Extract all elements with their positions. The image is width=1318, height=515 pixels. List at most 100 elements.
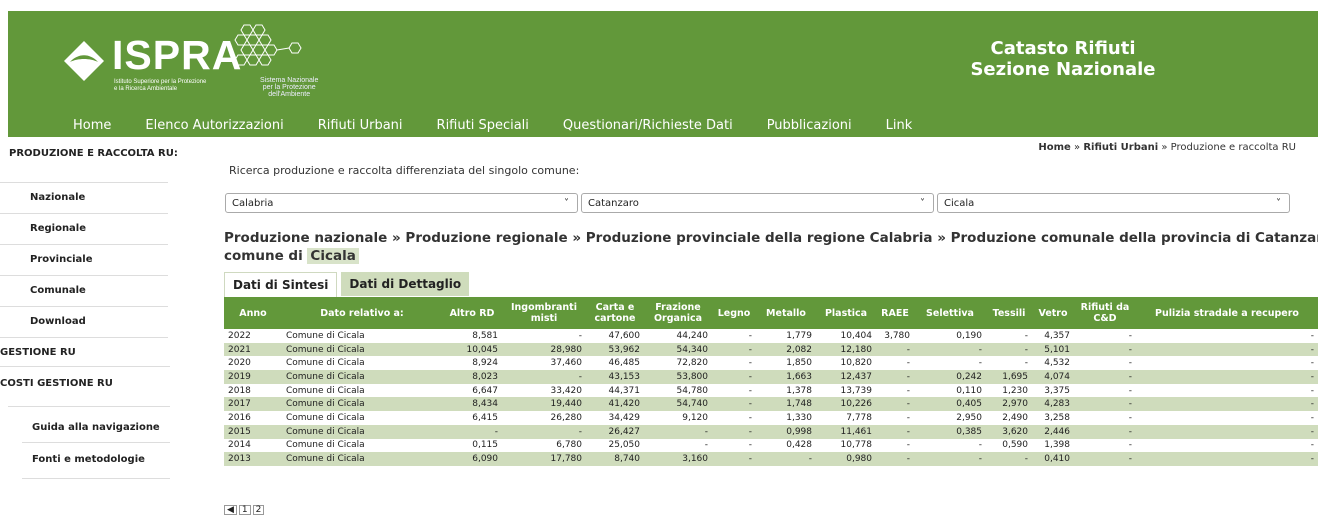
table-cell: 12,180 [816,342,876,357]
table-cell: - [756,452,816,466]
table-cell: 53,962 [586,342,644,357]
nav-home[interactable]: Home [56,115,128,137]
table-cell: 47,600 [586,329,644,343]
sidebar-heading: PRODUZIONE E RACCOLTA RU: [9,148,178,159]
table-cell: 9,120 [644,411,712,425]
region-select[interactable]: Calabria ˅ [225,193,578,213]
table-cell: 25,050 [586,438,644,453]
column-header: Plastica [816,297,876,329]
table-cell: 10,778 [816,438,876,453]
nav-elenco-autorizzazioni[interactable]: Elenco Autorizzazioni [128,115,300,137]
comune-select[interactable]: Cicala ˅ [937,193,1290,213]
table-cell: Comune di Cicala [282,356,442,371]
snpa-hexagon-logo-icon [234,24,302,66]
table-cell: 1,398 [1032,438,1074,453]
table-cell: 10,404 [816,329,876,343]
column-header: Legno [712,297,756,329]
table-cell: 26,427 [586,424,644,439]
table-cell: - [1136,397,1318,412]
table-cell: 2,490 [986,411,1032,425]
table-cell: 1,378 [756,383,816,398]
nav-questionari[interactable]: Questionari/Richieste Dati [546,115,750,137]
table-cell: 1,330 [756,411,816,425]
nav-pubblicazioni[interactable]: Pubblicazioni [750,115,869,137]
table-cell: - [1074,383,1136,398]
sidebar-fonti[interactable]: Fonti e metodologie [0,454,196,465]
sidebar-item-download[interactable]: Download [0,307,168,338]
column-header[interactable]: Anno [224,297,282,329]
table-cell: 1,230 [986,383,1032,398]
table-cell: 0,385 [914,424,986,439]
drilldown-path-line1[interactable]: Produzione nazionale » Produzione region… [224,229,1318,247]
table-cell: 4,074 [1032,370,1074,384]
table-cell: 8,924 [442,356,502,371]
tab-dati-di-dettaglio[interactable]: Dati di Dettaglio [341,272,470,296]
table-row: 2013 Comune di Cicala 6,090 17,780 8,740 3,16… [224,452,1318,466]
nav-rifiuti-urbani[interactable]: Rifiuti Urbani [301,115,420,137]
column-header: Metallo [756,297,816,329]
search-label: Ricerca produzione e raccolta differenzi… [229,164,580,177]
table-cell: 4,283 [1032,397,1074,412]
table-cell: 1,779 [756,329,816,343]
sidebar-guida[interactable]: Guida alla navigazione [0,422,196,433]
breadcrumb-home[interactable]: Home [1038,142,1070,153]
column-header: Ingombranti misti [502,297,586,329]
table-cell: - [712,356,756,371]
sidebar-item-regionale[interactable]: Regionale [0,214,168,245]
table-cell: 2020 [224,356,282,371]
table-cell: - [986,342,1032,357]
sidebar-costi-gestione-ru[interactable]: COSTI GESTIONE RU [0,378,196,389]
table-cell: 2021 [224,342,282,357]
table-cell: 2016 [224,411,282,425]
breadcrumb-rifiuti-urbani[interactable]: Rifiuti Urbani [1083,142,1158,153]
table-cell: 72,820 [644,356,712,371]
table-cell: 2017 [224,397,282,412]
table-cell: - [914,438,986,453]
table-cell: - [1136,370,1318,384]
site-header: ISPRA Istituto Superiore per la Protezio… [8,11,1318,137]
table-cell: 0,410 [1032,452,1074,466]
table-cell: 54,340 [644,342,712,357]
table-cell: Comune di Cicala [282,329,442,343]
table-cell: 2,950 [914,411,986,425]
tabs: Dati di Sintesi Dati di Dettaglio [224,272,473,297]
table-row: 2018 Comune di Cicala 6,647 33,420 44,371 54,… [224,383,1318,398]
table-cell: 2014 [224,438,282,453]
sidebar-item-nazionale[interactable]: Nazionale [0,182,168,214]
table-cell: 26,280 [502,411,586,425]
table-cell: 4,532 [1032,356,1074,371]
table-cell: Comune di Cicala [282,411,442,425]
table-cell: 0,190 [914,329,986,343]
sidebar-item-comunale[interactable]: Comunale [0,276,168,307]
table-row: 2019 Comune di Cicala 8,023-43,153 53,800-1… [224,370,1318,384]
table-cell: - [1074,370,1136,384]
province-select[interactable]: Catanzaro ˅ [581,193,934,213]
table-cell: - [712,411,756,425]
table-cell: 41,420 [586,397,644,412]
ispra-logo-subtitle: Istituto Superiore per la Protezione e l… [114,79,207,92]
table-cell: 1,663 [756,370,816,384]
table-cell: - [712,424,756,439]
table-row: 2017 Comune di Cicala 8,434 19,440 41,420 54,… [224,397,1318,412]
table-cell: - [502,424,586,439]
table-cell: - [876,342,914,357]
nav-link[interactable]: Link [869,115,930,137]
table-cell: 11,461 [816,424,876,439]
table-cell: - [1074,452,1136,466]
nav-rifiuti-speciali[interactable]: Rifiuti Speciali [420,115,546,137]
table-cell: 7,778 [816,411,876,425]
table-cell: 5,101 [1032,342,1074,357]
table-cell: - [1074,438,1136,453]
table-cell: 3,160 [644,452,712,466]
ispra-logo-text: ISPRA [112,32,243,78]
table-cell: 2022 [224,329,282,343]
table-cell: Comune di Cicala [282,342,442,357]
tab-dati-di-sintesi[interactable]: Dati di Sintesi [224,272,338,297]
column-header: Carta e cartone [586,297,644,329]
sidebar-gestione-ru[interactable]: GESTIONE RU [0,347,196,358]
table-cell: - [502,370,586,384]
sidebar-item-provinciale[interactable]: Provinciale [0,245,168,276]
table-cell: 6,780 [502,438,586,453]
table-cell: - [914,452,986,466]
table-cell: - [1136,329,1318,343]
